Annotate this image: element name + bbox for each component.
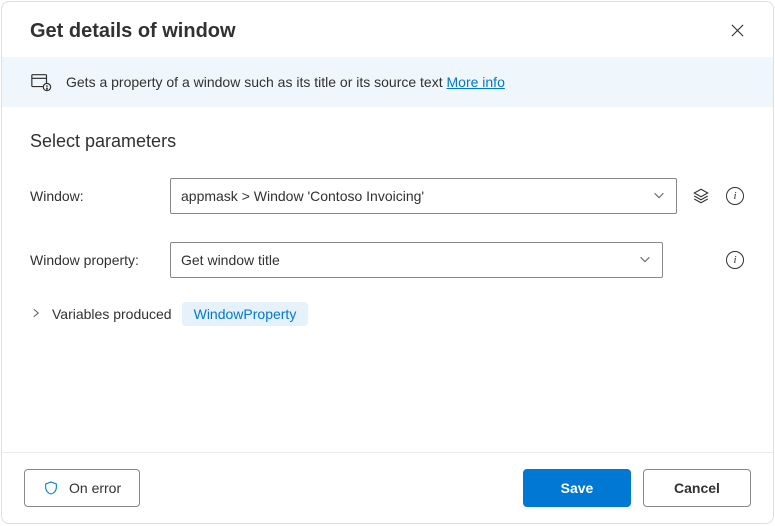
dialog: Get details of window Gets a property of… bbox=[1, 1, 774, 524]
variables-label: Variables produced bbox=[52, 306, 172, 322]
variables-row: Variables produced WindowProperty bbox=[30, 302, 745, 326]
field-row-property: Window property: Get window title i bbox=[30, 242, 745, 278]
dialog-header: Get details of window bbox=[2, 2, 773, 57]
cancel-button[interactable]: Cancel bbox=[643, 469, 751, 507]
expand-variables-button[interactable] bbox=[30, 306, 42, 322]
property-info-button[interactable]: i bbox=[725, 250, 745, 270]
chevron-down-icon bbox=[638, 252, 652, 269]
footer-actions: Save Cancel bbox=[523, 469, 751, 507]
property-icons: i bbox=[677, 250, 745, 270]
more-info-link[interactable]: More info bbox=[447, 74, 505, 90]
property-dropdown-value: Get window title bbox=[181, 252, 280, 268]
close-button[interactable] bbox=[730, 23, 745, 41]
window-dropdown-value: appmask > Window 'Contoso Invoicing' bbox=[181, 188, 424, 204]
info-icon: i bbox=[726, 251, 744, 269]
section-title: Select parameters bbox=[30, 131, 745, 152]
field-row-window: Window: appmask > Window 'Contoso Invoic… bbox=[30, 178, 745, 214]
window-info-button[interactable]: i bbox=[725, 186, 745, 206]
on-error-button[interactable]: On error bbox=[24, 469, 140, 507]
banner-description: Gets a property of a window such as its … bbox=[66, 74, 447, 90]
info-icon: i bbox=[726, 187, 744, 205]
property-label: Window property: bbox=[30, 252, 170, 268]
dialog-footer: On error Save Cancel bbox=[2, 452, 773, 523]
dialog-title: Get details of window bbox=[30, 20, 236, 43]
info-banner: Gets a property of a window such as its … bbox=[2, 57, 773, 107]
on-error-label: On error bbox=[69, 480, 121, 496]
shield-icon bbox=[43, 480, 59, 496]
window-label: Window: bbox=[30, 188, 170, 204]
window-info-icon bbox=[30, 71, 52, 93]
chevron-down-icon bbox=[652, 188, 666, 205]
window-dropdown[interactable]: appmask > Window 'Contoso Invoicing' bbox=[170, 178, 677, 214]
close-icon bbox=[730, 23, 745, 38]
save-button[interactable]: Save bbox=[523, 469, 631, 507]
ui-element-picker-button[interactable] bbox=[691, 186, 711, 206]
chevron-right-icon bbox=[30, 307, 42, 319]
property-dropdown[interactable]: Get window title bbox=[170, 242, 663, 278]
content: Select parameters Window: appmask > Wind… bbox=[2, 107, 773, 452]
banner-text: Gets a property of a window such as its … bbox=[66, 74, 505, 90]
variable-chip[interactable]: WindowProperty bbox=[182, 302, 309, 326]
layers-icon bbox=[692, 187, 710, 205]
window-icons: i bbox=[691, 186, 745, 206]
